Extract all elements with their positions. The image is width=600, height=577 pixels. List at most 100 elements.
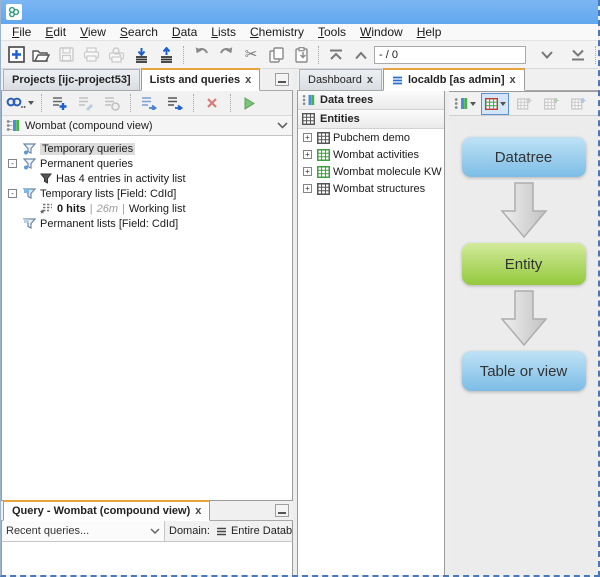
promote-entity-button[interactable] — [593, 93, 600, 115]
expand-icon[interactable]: + — [303, 184, 312, 193]
undo-button[interactable] — [189, 44, 213, 66]
new-entity-data-button[interactable] — [566, 93, 590, 115]
paste-button[interactable] — [289, 44, 313, 66]
close-icon[interactable]: x — [510, 75, 516, 86]
domain-selector[interactable]: Entire Databa — [214, 525, 292, 537]
dropdown-caret-icon — [28, 101, 34, 105]
menu-file[interactable]: File — [5, 25, 38, 39]
tree-item-permanent-queries[interactable]: - Permanent queries — [6, 156, 292, 171]
minimize-button[interactable] — [275, 504, 289, 517]
tree-item-activity-query[interactable]: Has 4 entries in activity list — [6, 171, 292, 186]
diagram-node-entity: Entity — [462, 243, 586, 285]
new-entity-structure-button[interactable] — [539, 93, 563, 115]
menu-chemistry[interactable]: Chemistry — [243, 25, 311, 39]
tab-lists-label: Lists and queries — [150, 74, 240, 86]
list-folder-icon — [23, 218, 36, 230]
copy-list-button[interactable] — [137, 92, 161, 114]
tree-item-temporary-lists[interactable]: - Temporary lists [Field: CdId] — [6, 186, 292, 201]
right-tab-row: Dashboard x localdb [as admin] x — [297, 69, 598, 91]
entity-row-wombat-molecule-kw[interactable]: + Wombat molecule KW — [298, 163, 444, 180]
close-icon[interactable]: x — [195, 506, 201, 517]
menu-window[interactable]: Window — [353, 25, 410, 39]
expand-icon[interactable]: + — [303, 167, 312, 176]
save-button[interactable] — [54, 44, 78, 66]
tab-query-wombat[interactable]: Query - Wombat (compound view) x — [3, 500, 210, 521]
new-button[interactable] — [4, 44, 28, 66]
record-position-field[interactable] — [374, 46, 526, 64]
section-entities[interactable]: Entities — [298, 110, 444, 129]
move-list-button[interactable] — [163, 92, 187, 114]
collapse-icon[interactable]: - — [8, 189, 17, 198]
entity-row-pubchem[interactable]: + Pubchem demo — [298, 129, 444, 146]
menu-help[interactable]: Help — [410, 25, 449, 39]
query-toolbar: Recent queries... Domain: Entire Databa — [1, 521, 293, 541]
tab-projects[interactable]: Projects [ijc-project53] — [3, 69, 140, 90]
tree-item-working-list[interactable]: 0 hits | 26m | Working list — [6, 201, 292, 216]
diagram-node-label: Entity — [505, 256, 543, 273]
export-button[interactable] — [154, 44, 178, 66]
minimize-button[interactable] — [275, 73, 289, 86]
entity-row-wombat-structures[interactable]: + Wombat structures — [298, 180, 444, 197]
down-arrow-shape — [500, 289, 548, 347]
copy-button[interactable] — [264, 44, 288, 66]
print-preview-button[interactable] — [104, 44, 128, 66]
go-next-button[interactable] — [535, 44, 559, 66]
minimize-icon — [278, 512, 286, 514]
redo-button[interactable] — [214, 44, 238, 66]
section-label: Entities — [320, 113, 360, 125]
tab-localdb[interactable]: localdb [as admin] x — [383, 68, 525, 91]
manage-lists-button[interactable] — [100, 92, 124, 114]
grid-icon — [302, 113, 315, 125]
tab-dashboard[interactable]: Dashboard x — [299, 69, 382, 90]
menu-data[interactable]: Data — [165, 25, 204, 39]
menu-edit[interactable]: Edit — [38, 25, 73, 39]
view-selector[interactable]: Wombat (compound view) — [2, 116, 292, 136]
tree-item-permanent-lists[interactable]: Permanent lists [Field: CdId] — [6, 216, 292, 231]
go-previous-button[interactable] — [349, 44, 373, 66]
print-button[interactable] — [79, 44, 103, 66]
edit-list-button[interactable] — [74, 92, 98, 114]
new-entity-button[interactable] — [512, 93, 536, 115]
tab-lists-and-queries[interactable]: Lists and queries x — [141, 68, 261, 91]
toolbar-separator — [183, 46, 184, 64]
query-folder-icon — [23, 143, 36, 155]
run-query-button[interactable] — [237, 92, 261, 114]
expand-icon[interactable]: + — [303, 150, 312, 159]
menu-view[interactable]: View — [73, 25, 113, 39]
entity-row-wombat-activities[interactable]: + Wombat activities — [298, 146, 444, 163]
query-icon — [40, 173, 52, 185]
close-icon[interactable]: x — [367, 75, 373, 86]
go-last-button[interactable] — [566, 44, 590, 66]
lists-queries-panel: Wombat (compound view) Temporary queries… — [1, 91, 293, 501]
lists-toolbar — [2, 91, 292, 116]
new-datatree-button[interactable] — [452, 93, 478, 115]
lists-queries-tree: Temporary queries - Permanent queries Ha… — [2, 136, 292, 500]
menu-tools[interactable]: Tools — [311, 25, 353, 39]
domain-label: Domain: — [165, 525, 214, 537]
cut-button[interactable]: ✂ — [239, 44, 263, 66]
recent-queries-dropdown[interactable]: Recent queries... — [2, 521, 165, 541]
entity-grid-icon — [317, 132, 330, 144]
entities-view-button[interactable] — [481, 93, 509, 115]
main-toolbar: ✂ — [1, 41, 598, 69]
query-edit-area[interactable] — [1, 541, 293, 576]
list-folder-icon — [23, 188, 36, 200]
query-folder-icon — [23, 158, 36, 170]
expand-icon[interactable]: + — [303, 133, 312, 142]
menu-search[interactable]: Search — [113, 25, 165, 39]
open-button[interactable] — [29, 44, 53, 66]
menu-lists[interactable]: Lists — [204, 25, 243, 39]
right-panel: Dashboard x localdb [as admin] x Data tr… — [297, 69, 598, 576]
import-button[interactable] — [129, 44, 153, 66]
delete-list-button[interactable] — [200, 92, 224, 114]
close-icon[interactable]: x — [245, 75, 251, 86]
section-data-trees[interactable]: Data trees — [298, 91, 444, 110]
query-widget-button[interactable] — [5, 92, 35, 114]
diagram-node-table-or-view: Table or view — [462, 351, 586, 391]
go-first-button[interactable] — [324, 44, 348, 66]
tree-item-temporary-queries[interactable]: Temporary queries — [6, 141, 292, 156]
new-list-button[interactable] — [48, 92, 72, 114]
datatree-icon — [6, 119, 20, 132]
diagram-node-label: Table or view — [480, 363, 568, 380]
collapse-icon[interactable]: - — [8, 159, 17, 168]
